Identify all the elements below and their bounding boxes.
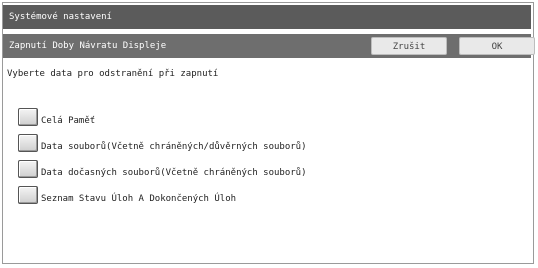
option-label: Celá Paměť [41,116,96,126]
option-label: Data souborů(Včetně chráněných/důvěrných… [41,142,307,152]
checkbox-temp-file-data[interactable] [18,160,38,178]
option-entire-memory[interactable]: Celá Paměť [18,106,95,126]
option-job-status-list[interactable]: Seznam Stavu Úloh A Dokončených Úloh [18,184,236,204]
cancel-button[interactable]: Zrušit [371,37,447,55]
ok-button[interactable]: OK [459,37,535,55]
checkbox-entire-memory[interactable] [18,108,38,126]
option-temp-file-data[interactable]: Data dočasných souborů(Včetně chráněných… [18,158,307,178]
option-file-data[interactable]: Data souborů(Včetně chráněných/důvěrných… [18,132,307,152]
checkbox-job-status-list[interactable] [18,186,38,204]
option-label: Data dočasných souborů(Včetně chráněných… [41,168,307,178]
window-title: Systémové nastavení [9,12,112,22]
screen-header-bar: Zapnutí Doby Návratu Displeje [3,34,531,58]
instruction-text: Vyberte data pro odstranění při zapnutí [7,69,219,79]
window-title-bar: Systémové nastavení [3,5,531,29]
checkbox-file-data[interactable] [18,134,38,152]
option-label: Seznam Stavu Úloh A Dokončených Úloh [41,194,237,204]
screen-title: Zapnutí Doby Návratu Displeje [9,41,167,51]
